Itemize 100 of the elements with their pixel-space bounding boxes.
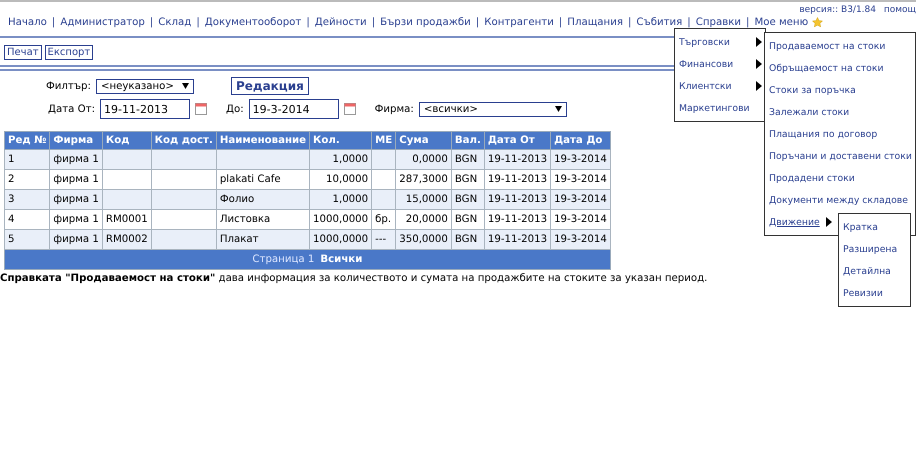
filter-select[interactable]: <неуказано>	[96, 78, 194, 94]
menu-item[interactable]: Търговски	[675, 31, 765, 53]
submenu-arrow-icon	[756, 59, 762, 69]
submenu-arrow-icon	[826, 217, 832, 227]
calendar-icon[interactable]	[195, 103, 208, 115]
table-cell: 15,0000	[396, 190, 452, 210]
column-header: Ред №	[4, 132, 50, 150]
dropdown-caret-icon	[182, 83, 189, 89]
table-cell: 19-11-2013	[484, 190, 551, 210]
column-header: Дата До	[550, 132, 610, 150]
nav-separator: |	[687, 16, 691, 28]
table-cell: BGN	[451, 150, 484, 170]
edit-button[interactable]: Редакция	[230, 77, 309, 95]
table-cell: фирма 1	[50, 170, 102, 190]
nav-link[interactable]: Контрагенти	[484, 16, 554, 28]
table-cell: 1	[4, 150, 50, 170]
table-cell: 1000,0000	[310, 210, 372, 230]
submenu-item[interactable]: Ревизии	[839, 282, 910, 304]
submenu-item[interactable]: Поръчани и доставени стоки	[765, 145, 915, 167]
nav-link[interactable]: Начало	[8, 16, 47, 28]
report-description: Справката "Продаваемост на стоки" дава информация за количеството и сумата на продажбите на стоките за указан период.	[0, 273, 708, 284]
toolbar-button[interactable]: Печат	[4, 45, 42, 60]
table-cell: фирма 1	[50, 230, 102, 250]
table-cell: бр.	[372, 210, 396, 230]
submenu-item[interactable]: Документи между складове	[765, 189, 911, 211]
table-cell: 1,0000	[310, 150, 372, 170]
table-cell: 350,0000	[396, 230, 452, 250]
table-cell: ---	[372, 230, 396, 250]
table-cell: 19-3-2014	[550, 190, 610, 210]
column-header: Код	[102, 132, 152, 150]
column-header: Фирма	[50, 132, 102, 150]
nav-separator: |	[150, 16, 154, 28]
date-to-label: До:	[226, 104, 244, 114]
table-cell: 4	[4, 210, 50, 230]
table-cell: 5	[4, 230, 50, 250]
help-link[interactable]: помощ	[884, 5, 916, 15]
show-all-link[interactable]: Всички	[320, 254, 362, 265]
nav-separator: |	[52, 16, 56, 28]
nav-link[interactable]: Събития	[636, 16, 682, 28]
date-to-field[interactable]: 19-3-2014	[248, 99, 339, 119]
submenu-item[interactable]: Продаваемост на стоки	[765, 35, 888, 57]
column-header: Наименование	[216, 132, 310, 150]
menu-item[interactable]: Клиентски	[675, 75, 765, 97]
submenu-arrow-icon	[756, 37, 762, 47]
nav-separator: |	[306, 16, 310, 28]
filter-label: Филтър:	[46, 80, 91, 92]
nav-separator: |	[476, 16, 480, 28]
nav-separator: |	[196, 16, 200, 28]
dropdown-caret-icon	[554, 106, 562, 112]
submenu-item[interactable]: Кратка	[839, 216, 910, 238]
submenu-arrow-icon	[756, 81, 762, 91]
table-cell: plakati Cafe	[216, 170, 310, 190]
nav-separator: |	[372, 16, 376, 28]
calendar-icon[interactable]	[344, 103, 356, 115]
table-cell: 0,0000	[396, 150, 452, 170]
nav-link[interactable]: Документооборот	[204, 16, 302, 28]
table-cell: 19-3-2014	[550, 230, 610, 250]
nav-link[interactable]: Дейности	[314, 16, 367, 28]
table-cell: RM0002	[102, 230, 152, 250]
nav-link[interactable]: Склад	[158, 16, 192, 28]
toolbar-button[interactable]: Експорт	[44, 45, 94, 60]
table-cell: 10,0000	[310, 170, 372, 190]
submenu-item[interactable]: Движение	[765, 211, 835, 233]
firm-select[interactable]: <всички>	[418, 102, 567, 116]
date-from-field[interactable]: 19-11-2013	[100, 99, 190, 119]
submenu-item[interactable]: Детайлна	[839, 260, 910, 282]
menu-item[interactable]: Маркетингови	[675, 97, 765, 119]
table-cell: фирма 1	[50, 210, 102, 230]
submenu-item[interactable]: Разширена	[839, 238, 910, 260]
table-cell: BGN	[451, 230, 484, 250]
table-cell: BGN	[451, 210, 484, 230]
table-cell: 2	[4, 170, 50, 190]
submenu-item[interactable]: Плащания по договор	[765, 123, 880, 145]
nav-link[interactable]: Справки	[696, 16, 741, 28]
table-cell: Листовка	[216, 210, 310, 230]
table-cell: 19-11-2013	[484, 230, 551, 250]
table-cell: 19-11-2013	[484, 210, 551, 230]
submenu-item[interactable]: Залежали стоки	[765, 101, 852, 123]
nav-link[interactable]: Администратор	[60, 16, 145, 28]
nav-separator: |	[628, 16, 632, 28]
table-cell: 287,3000	[396, 170, 452, 190]
table-cell: 20,0000	[396, 210, 452, 230]
table-cell: 19-3-2014	[550, 150, 610, 170]
column-header: Дата От	[484, 132, 551, 150]
submenu-item[interactable]: Обръщаемост на стоки	[765, 57, 886, 79]
nav-link[interactable]: Мое меню	[754, 16, 808, 28]
column-header: Сума	[396, 132, 452, 150]
submenu-item[interactable]: Стоки за поръчка	[765, 79, 859, 101]
star-icon[interactable]	[812, 16, 824, 28]
submenu-item[interactable]: Продадени стоки	[765, 167, 858, 189]
table-cell: BGN	[451, 190, 484, 210]
table-cell: 19-3-2014	[550, 170, 610, 190]
nav-link[interactable]: Бързи продажби	[380, 16, 471, 28]
table-cell: фирма 1	[50, 150, 102, 170]
table-cell: 1000,0000	[310, 230, 372, 250]
nav-link[interactable]: Плащания	[567, 16, 623, 28]
menu-item[interactable]: Финансови	[675, 53, 765, 75]
table-cell: Фолио	[216, 190, 310, 210]
table-cell: Плакат	[216, 230, 310, 250]
table-cell: фирма 1	[50, 190, 102, 210]
